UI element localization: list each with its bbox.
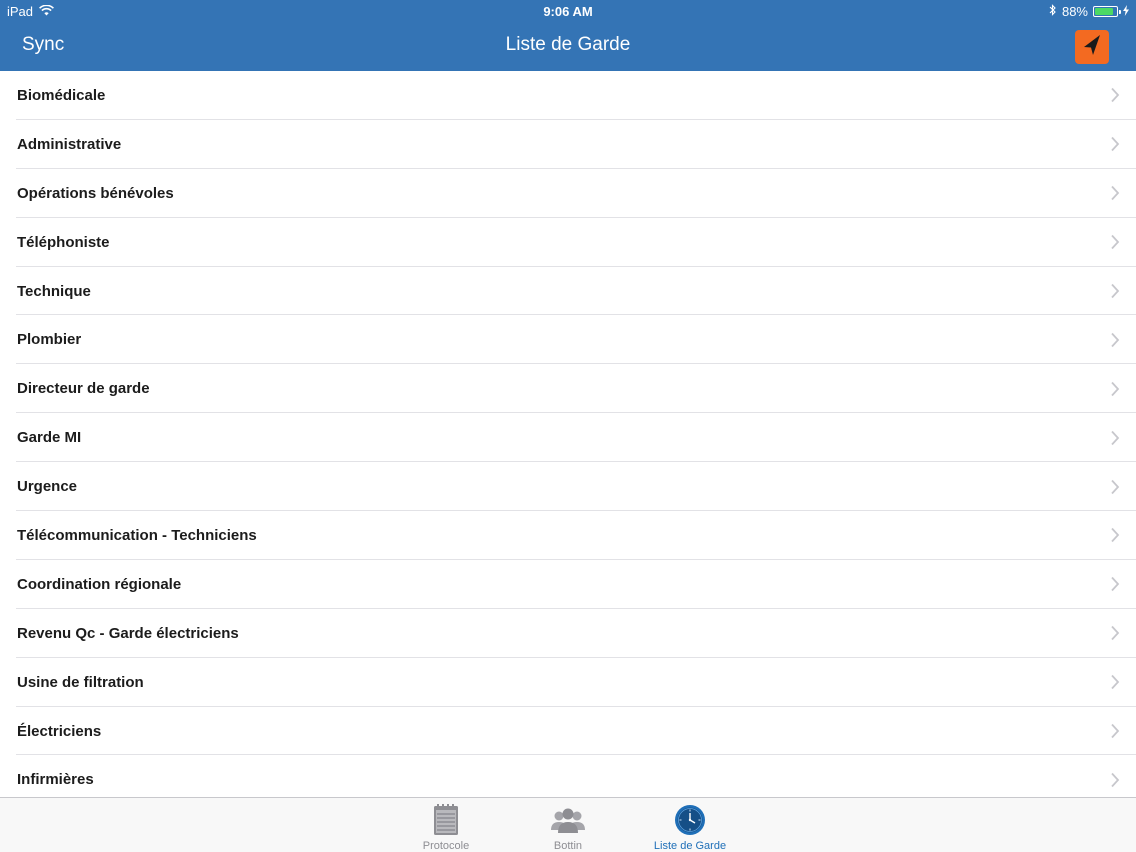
tab-bottin-label: Bottin bbox=[553, 840, 583, 852]
chevron-right-icon bbox=[1111, 186, 1120, 201]
chevron-right-icon bbox=[1111, 234, 1120, 250]
list-item[interactable]: Directeur de garde bbox=[0, 364, 1136, 414]
list-item-label: Usine de filtration bbox=[17, 673, 144, 691]
list-item[interactable]: Infirmières bbox=[0, 755, 1136, 798]
list-item[interactable]: Usine de filtration bbox=[0, 658, 1136, 707]
list-item[interactable]: Télécommunication - Techniciens bbox=[0, 511, 1136, 560]
chevron-right-icon bbox=[1111, 675, 1120, 690]
list-item-label: Coordination régionale bbox=[17, 575, 182, 593]
chevron-right-icon bbox=[1111, 772, 1120, 788]
on-call-list: Biomédicale Administrative Opérations béné… bbox=[0, 71, 1136, 798]
chevron-right-icon bbox=[1111, 137, 1120, 152]
tab-protocole-label: Protocole bbox=[422, 840, 470, 852]
chevron-right-icon bbox=[1111, 723, 1120, 739]
status-bar: iPad 9:06 AM 88% bbox=[0, 0, 1136, 22]
chevron-right-icon bbox=[1111, 332, 1120, 348]
chevron-right-icon bbox=[1111, 626, 1120, 641]
contacts-icon bbox=[550, 804, 586, 836]
clock-icon bbox=[674, 804, 706, 836]
list-item[interactable]: Coordination régionale bbox=[0, 560, 1136, 609]
list-item[interactable]: Opérations bénévoles bbox=[0, 169, 1136, 218]
tab-protocole[interactable]: Protocole bbox=[386, 798, 506, 852]
list-item-label: Urgence bbox=[17, 478, 78, 496]
battery-percent: 88% bbox=[1061, 4, 1088, 19]
list-item-label: Plombier bbox=[17, 331, 82, 349]
list-item[interactable]: Administrative bbox=[0, 120, 1136, 169]
status-right: 88% bbox=[1049, 4, 1129, 19]
chevron-right-icon bbox=[1111, 528, 1120, 543]
status-time: 9:06 AM bbox=[543, 4, 593, 19]
notepad-icon bbox=[433, 804, 459, 836]
chevron-right-icon bbox=[1111, 577, 1120, 592]
tab-bottin[interactable]: Bottin bbox=[508, 798, 628, 852]
list-item-label: Directeur de garde bbox=[17, 380, 150, 398]
page-title: Liste de Garde bbox=[505, 34, 631, 55]
app: iPad 9:06 AM 88% Sync Liste de Garde Bio… bbox=[0, 0, 1136, 852]
list-item[interactable]: Revenu Qc - Garde électriciens bbox=[0, 609, 1136, 658]
chevron-right-icon bbox=[1111, 479, 1120, 494]
list-item[interactable]: Urgence bbox=[0, 462, 1136, 511]
tab-liste-de-garde[interactable]: Liste de Garde bbox=[630, 798, 750, 852]
list-item[interactable]: Électriciens bbox=[0, 707, 1136, 756]
list-item[interactable]: Biomédicale bbox=[0, 71, 1136, 120]
list-item-label: Biomédicale bbox=[17, 86, 106, 104]
chevron-right-icon bbox=[1111, 283, 1120, 299]
list-item[interactable]: Technique bbox=[0, 267, 1136, 316]
list-item-label: Téléphoniste bbox=[17, 233, 110, 251]
location-arrow-icon bbox=[1082, 34, 1102, 61]
top-bar: iPad 9:06 AM 88% Sync Liste de Garde bbox=[0, 0, 1136, 71]
chevron-right-icon bbox=[1111, 381, 1120, 396]
bluetooth-icon bbox=[1049, 4, 1057, 19]
list-item-label: Garde MI bbox=[17, 429, 82, 447]
chevron-right-icon bbox=[1111, 88, 1120, 103]
navigation-bar: Sync Liste de Garde bbox=[0, 22, 1136, 71]
chevron-right-icon bbox=[1111, 430, 1120, 445]
charging-icon bbox=[1123, 4, 1129, 19]
list-item-label: Électriciens bbox=[17, 722, 102, 740]
battery-fill bbox=[1095, 8, 1113, 15]
list-item[interactable]: Téléphoniste bbox=[0, 218, 1136, 267]
list-item-label: Revenu Qc - Garde électriciens bbox=[17, 624, 239, 642]
list-item-label: Opérations bénévoles bbox=[17, 184, 174, 202]
battery-nub bbox=[1119, 10, 1121, 14]
location-button[interactable] bbox=[1075, 30, 1109, 64]
list-item-label: Télécommunication - Techniciens bbox=[17, 526, 257, 544]
list-item[interactable]: Garde MI bbox=[0, 413, 1136, 463]
tab-bar: Protocole Bottin Liste de Garde bbox=[0, 797, 1136, 852]
tab-liste-de-garde-label: Liste de Garde bbox=[653, 840, 727, 852]
list-item-label: Technique bbox=[17, 282, 91, 300]
list-item[interactable]: Plombier bbox=[0, 315, 1136, 365]
battery-icon bbox=[1093, 6, 1121, 17]
list-item-label: Administrative bbox=[17, 135, 122, 153]
list-item-label: Infirmières bbox=[17, 771, 94, 789]
